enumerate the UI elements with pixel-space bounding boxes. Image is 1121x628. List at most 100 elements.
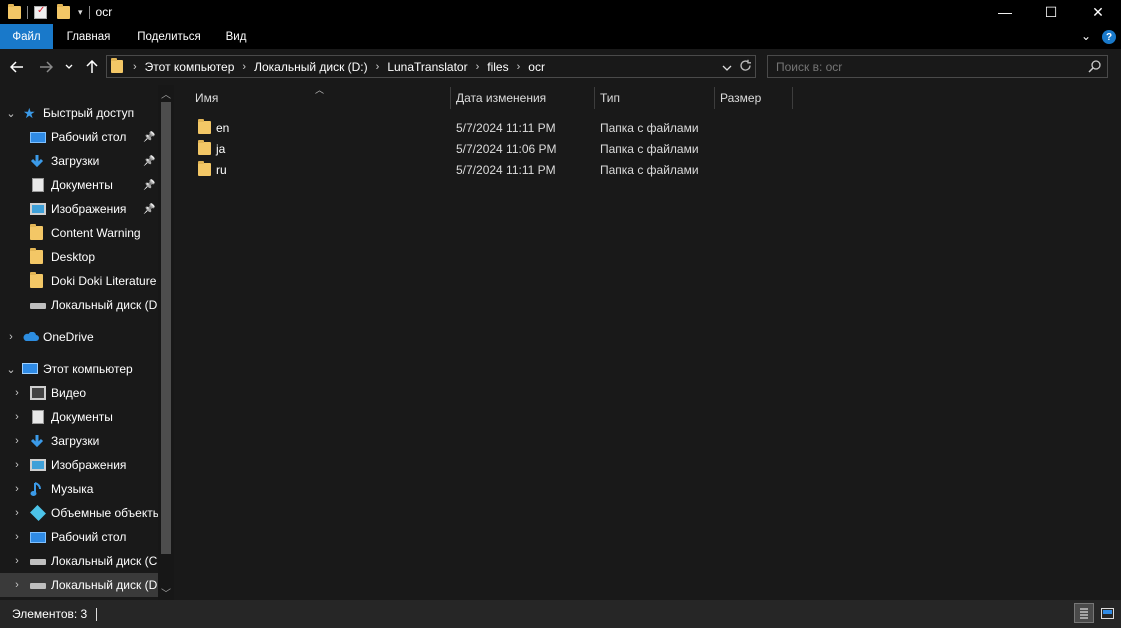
column-header-date[interactable]: Дата изменения xyxy=(456,85,594,111)
chevron-right-icon[interactable]: › xyxy=(12,507,22,519)
file-name: en xyxy=(216,121,230,135)
forward-button[interactable] xyxy=(36,57,56,77)
chevron-right-icon[interactable]: › xyxy=(12,531,22,543)
chevron-right-icon[interactable]: › xyxy=(12,459,22,471)
tab-share[interactable]: Поделиться xyxy=(124,24,214,49)
nav-item[interactable]: Doki Doki Literature xyxy=(0,269,158,293)
file-type: Папка с файлами xyxy=(600,121,699,135)
chevron-down-icon[interactable]: ⌄ xyxy=(6,363,16,376)
address-history-button[interactable] xyxy=(722,61,732,75)
nav-item[interactable]: Рабочий стол 📌 xyxy=(0,125,158,149)
download-icon xyxy=(30,154,46,168)
search-input[interactable] xyxy=(768,59,1068,74)
breadcrumb-files[interactable]: files xyxy=(487,60,508,74)
nav-item[interactable]: › Локальный диск (С xyxy=(0,549,158,573)
nav-item[interactable]: › Изображения xyxy=(0,453,158,477)
column-header-name[interactable]: Имя xyxy=(195,85,450,111)
help-icon[interactable]: ? xyxy=(1102,30,1116,44)
large-icons-view-button[interactable] xyxy=(1097,603,1117,623)
nav-quick-access[interactable]: ⌄ ★ Быстрый доступ xyxy=(0,101,158,125)
nav-item[interactable]: › Музыка xyxy=(0,477,158,501)
chevron-right-icon[interactable]: › xyxy=(12,435,22,447)
maximize-button[interactable]: ☐ xyxy=(1028,0,1074,24)
nav-item[interactable]: Загрузки 📌 xyxy=(0,149,158,173)
search-icon[interactable] xyxy=(1088,60,1101,76)
drive-icon xyxy=(30,559,46,565)
chevron-right-icon[interactable]: › xyxy=(242,61,246,73)
new-folder-icon[interactable] xyxy=(57,3,70,19)
address-bar[interactable]: › Этот компьютер › Локальный диск (D:) ›… xyxy=(106,55,756,78)
documents-icon xyxy=(32,410,44,424)
nav-item[interactable]: › Видео xyxy=(0,381,158,405)
chevron-right-icon[interactable]: › xyxy=(12,483,22,495)
nav-label: Загрузки xyxy=(51,154,100,168)
back-button[interactable] xyxy=(7,57,27,77)
nav-label: Изображения xyxy=(51,458,127,472)
nav-this-pc[interactable]: ⌄ Этот компьютер xyxy=(0,357,158,381)
chevron-down-icon[interactable]: ⌄ xyxy=(6,107,16,120)
customize-quick-access-icon[interactable]: ▾ xyxy=(78,7,83,18)
scroll-up-icon[interactable]: ︿ xyxy=(158,85,174,101)
column-divider[interactable] xyxy=(792,87,793,109)
file-row[interactable]: ru 5/7/2024 11:11 PM Папка с файлами xyxy=(192,159,752,180)
tab-view[interactable]: Вид xyxy=(214,24,258,49)
nav-item[interactable]: › Загрузки xyxy=(0,429,158,453)
chevron-right-icon[interactable]: › xyxy=(12,411,22,423)
chevron-right-icon[interactable]: › xyxy=(12,555,22,567)
close-button[interactable]: ✕ xyxy=(1075,0,1121,24)
nav-item[interactable]: › Локальный диск (D xyxy=(0,573,158,597)
nav-item[interactable]: Локальный диск (D xyxy=(0,293,158,317)
breadcrumb-drive-d[interactable]: Локальный диск (D:) xyxy=(254,60,368,74)
nav-item[interactable]: › Рабочий стол xyxy=(0,525,158,549)
address-row: › Этот компьютер › Локальный диск (D:) ›… xyxy=(0,49,1121,85)
breadcrumb-this-pc[interactable]: Этот компьютер xyxy=(145,60,235,74)
nav-item[interactable]: Документы 📌 xyxy=(0,173,158,197)
chevron-right-icon[interactable]: › xyxy=(12,387,22,399)
folder-icon xyxy=(198,161,211,176)
tab-home[interactable]: Главная xyxy=(53,24,124,49)
breadcrumb-ocr[interactable]: ocr xyxy=(528,60,545,74)
column-divider[interactable] xyxy=(450,87,451,109)
nav-label: Видео xyxy=(51,386,87,400)
file-row[interactable]: en 5/7/2024 11:11 PM Папка с файлами xyxy=(192,117,752,138)
chevron-right-icon[interactable]: › xyxy=(12,579,22,591)
column-divider[interactable] xyxy=(714,87,715,109)
column-header-type[interactable]: Тип xyxy=(600,85,714,111)
quick-access-folder-icon[interactable] xyxy=(8,3,21,19)
nav-item[interactable]: › Документы xyxy=(0,405,158,429)
nav-item[interactable]: Изображения 📌 xyxy=(0,197,158,221)
breadcrumb-lunatranslator[interactable]: LunaTranslator xyxy=(387,60,467,74)
details-view-icon xyxy=(1080,607,1088,619)
drive-icon xyxy=(30,583,46,589)
column-header-size[interactable]: Размер xyxy=(720,85,792,111)
recent-locations-button[interactable] xyxy=(63,57,75,77)
scroll-down-icon[interactable]: ﹀ xyxy=(158,584,174,600)
file-row[interactable]: ja 5/7/2024 11:06 PM Папка с файлами xyxy=(192,138,752,159)
chevron-right-icon[interactable]: › xyxy=(376,61,380,73)
chevron-right-icon[interactable]: › xyxy=(517,61,521,73)
nav-label: Музыка xyxy=(51,482,94,496)
folder-icon xyxy=(30,248,43,264)
item-count: Элементов: 3 xyxy=(12,607,88,621)
up-button[interactable] xyxy=(83,57,101,77)
3d-objects-icon xyxy=(30,505,46,521)
details-view-button[interactable] xyxy=(1074,603,1094,623)
properties-icon[interactable]: ✓ xyxy=(34,5,47,19)
column-divider[interactable] xyxy=(594,87,595,109)
nav-item[interactable]: Content Warning xyxy=(0,221,158,245)
chevron-right-icon[interactable]: › xyxy=(6,331,16,343)
nav-item[interactable]: › Объемные объекть xyxy=(0,501,158,525)
minimize-button[interactable]: — xyxy=(982,0,1028,24)
nav-item[interactable]: Desktop xyxy=(0,245,158,269)
folder-icon xyxy=(111,58,123,73)
chevron-right-icon[interactable]: › xyxy=(476,61,480,73)
search-box[interactable] xyxy=(767,55,1108,78)
status-divider xyxy=(96,607,98,621)
expand-ribbon-icon[interactable]: ⌄ xyxy=(1081,29,1091,43)
nav-onedrive[interactable]: › OneDrive xyxy=(0,325,158,349)
tab-file[interactable]: Файл xyxy=(0,24,53,49)
nav-scrollbar-thumb[interactable] xyxy=(161,102,171,554)
chevron-right-icon: › xyxy=(133,60,137,73)
refresh-button[interactable] xyxy=(739,59,752,75)
pin-icon: 📌 xyxy=(143,203,156,215)
